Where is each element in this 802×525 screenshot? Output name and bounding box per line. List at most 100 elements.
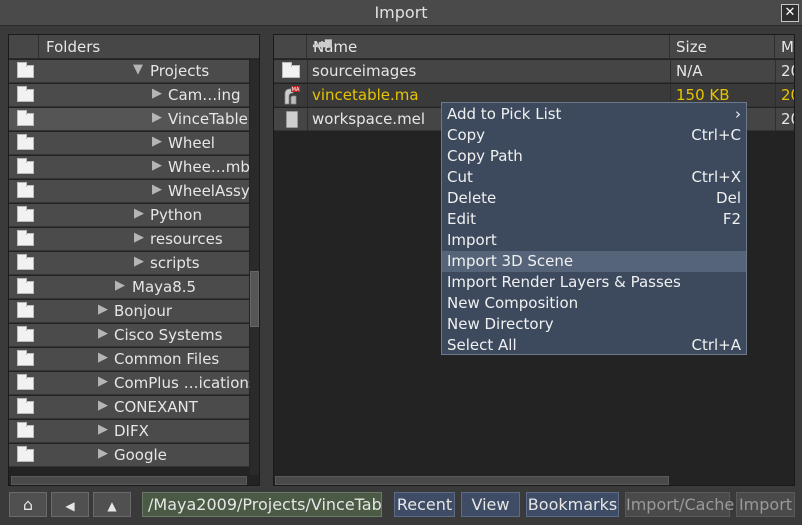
folders-panel: Folders ▼ Projects ▶ Cam…ing ▶ VinceTabl… <box>8 34 260 486</box>
folder-icon <box>17 350 34 366</box>
menu-item-import-3d-scene[interactable]: Import 3D Scene <box>442 251 746 272</box>
expanded-arrow-icon[interactable]: ▼ <box>133 62 143 77</box>
menu-item-label: Cut <box>447 168 473 186</box>
folder-icon <box>17 374 34 390</box>
folder-label: CONEXANT <box>114 398 198 416</box>
menu-item-edit[interactable]: Edit F2 <box>442 209 746 230</box>
home-button[interactable]: ⌂ <box>9 492 47 517</box>
column-separator <box>775 60 776 83</box>
folders-horizontal-scroll-thumb[interactable] <box>11 476 247 485</box>
folder-icon <box>17 62 34 78</box>
collapsed-arrow-icon[interactable]: ▶ <box>115 278 125 293</box>
file-icon-cell: MA <box>274 84 307 107</box>
file-name: sourceimages <box>312 62 417 80</box>
submenu-arrow-icon: › <box>735 105 741 123</box>
folder-item-resources[interactable]: ▶ resources <box>9 228 249 251</box>
menu-item-import-render-layers[interactable]: Import Render Layers & Passes <box>442 272 746 293</box>
file-size: N/A <box>676 62 703 80</box>
menu-item-cut[interactable]: Cut Ctrl+X <box>442 167 746 188</box>
maya-file-icon: MA <box>284 86 300 105</box>
menu-item-import[interactable]: Import <box>442 230 746 251</box>
file-modified: 20 <box>781 86 794 104</box>
folder-item-wheelassy[interactable]: ▶ WheelAssy <box>9 180 250 203</box>
folder-item-cisco-systems[interactable]: ▶ Cisco Systems <box>9 324 249 347</box>
menu-item-delete[interactable]: Delete Del <box>442 188 746 209</box>
close-button[interactable]: ✕ <box>781 4 799 22</box>
collapsed-arrow-icon[interactable]: ▶ <box>152 182 162 197</box>
menu-item-copy-path[interactable]: Copy Path <box>442 146 746 167</box>
collapsed-arrow-icon[interactable]: ▶ <box>134 206 144 221</box>
folder-label: Bonjour <box>114 302 172 320</box>
folder-item-vincetable[interactable]: ▶ VinceTable <box>9 108 249 131</box>
up-button[interactable]: ▲ <box>93 492 131 517</box>
collapsed-arrow-icon[interactable]: ▶ <box>98 446 108 461</box>
column-separator <box>307 108 308 131</box>
folder-label: Whee…mbl <box>168 158 255 176</box>
files-horizontal-scroll-thumb[interactable] <box>275 476 669 485</box>
menu-item-new-composition[interactable]: New Composition <box>442 293 746 314</box>
collapsed-arrow-icon[interactable]: ▶ <box>134 230 144 245</box>
folder-item-bonjour[interactable]: ▶ Bonjour <box>9 300 249 323</box>
folder-item-wheel-assembly[interactable]: ▶ Whee…mbl <box>9 156 254 179</box>
folder-item-difx[interactable]: ▶ DIFX <box>9 420 249 443</box>
folder-icon <box>17 326 34 342</box>
folders-vertical-scroll-thumb[interactable] <box>250 271 259 327</box>
folder-item-projects[interactable]: ▼ Projects <box>9 60 249 83</box>
folder-item-maya85[interactable]: ▶ Maya8.5 <box>9 276 249 299</box>
menu-item-new-directory[interactable]: New Directory <box>442 314 746 335</box>
bookmarks-button[interactable]: Bookmarks <box>526 492 619 517</box>
file-row-sourceimages[interactable]: sourceimages N/A 20 <box>274 60 794 83</box>
view-button[interactable]: View <box>461 492 520 517</box>
column-header-size[interactable]: Size <box>670 35 775 59</box>
folder-icon <box>17 206 34 222</box>
folder-label: Cam…ing <box>168 86 241 104</box>
path-field[interactable]: /Maya2009/Projects/VinceTable <box>142 492 382 517</box>
import-cache-button[interactable]: Import/Cache <box>625 492 734 517</box>
file-name: vincetable.ma <box>312 86 419 104</box>
collapsed-arrow-icon[interactable]: ▶ <box>98 326 108 341</box>
folder-label: Common Files <box>114 350 220 368</box>
menu-item-shortcut: F2 <box>722 210 741 228</box>
script-file-icon <box>286 111 298 128</box>
collapsed-arrow-icon[interactable]: ▶ <box>98 422 108 437</box>
folder-item-scripts[interactable]: ▶ scripts <box>9 252 249 275</box>
folders-header-label: Folders <box>46 38 101 56</box>
collapsed-arrow-icon[interactable]: ▶ <box>98 374 108 389</box>
folder-item-common-files[interactable]: ▶ Common Files <box>9 348 249 371</box>
menu-item-label: Select All <box>447 336 517 354</box>
folder-item-python[interactable]: ▶ Python <box>9 204 249 227</box>
folders-vertical-scrollbar[interactable] <box>250 60 259 475</box>
folder-item-google[interactable]: ▶ Google <box>9 444 249 467</box>
folder-item-complus-applications[interactable]: ▶ ComPlus …ications <box>9 372 257 395</box>
menu-item-add-to-pick-list[interactable]: Add to Pick List › <box>442 104 746 125</box>
import-button[interactable]: Import <box>736 492 795 517</box>
folder-item-wheel[interactable]: ▶ Wheel <box>9 132 249 155</box>
file-icon-cell <box>274 108 307 131</box>
maya-file-badge: MA <box>292 87 300 93</box>
collapsed-arrow-icon[interactable]: ▶ <box>152 86 162 101</box>
recent-button[interactable]: Recent <box>394 492 455 517</box>
column-header-modified[interactable]: Mo <box>775 35 794 59</box>
menu-item-select-all[interactable]: Select All Ctrl+A <box>442 335 746 356</box>
collapsed-arrow-icon[interactable]: ▶ <box>152 110 162 125</box>
folder-icon <box>17 398 34 414</box>
menu-item-label: Add to Pick List <box>447 105 562 123</box>
collapsed-arrow-icon[interactable]: ▶ <box>134 254 144 269</box>
folder-item-conexant[interactable]: ▶ CONEXANT <box>9 396 249 419</box>
collapsed-arrow-icon[interactable]: ▶ <box>152 158 162 173</box>
collapsed-arrow-icon[interactable]: ▶ <box>98 350 108 365</box>
column-header-name[interactable]: Name ▂▄▆ <box>307 35 670 59</box>
back-button[interactable]: ◀ <box>51 492 89 517</box>
folder-icon <box>17 134 34 150</box>
folder-icon <box>17 182 34 198</box>
menu-item-shortcut: Ctrl+C <box>691 126 741 144</box>
collapsed-arrow-icon[interactable]: ▶ <box>152 134 162 149</box>
folder-item-cameras[interactable]: ▶ Cam…ing <box>9 84 249 107</box>
column-separator <box>775 108 776 131</box>
collapsed-arrow-icon[interactable]: ▶ <box>98 398 108 413</box>
folder-icon <box>17 422 34 438</box>
files-header-icon-column <box>274 35 307 59</box>
folder-label: DIFX <box>114 422 149 440</box>
collapsed-arrow-icon[interactable]: ▶ <box>98 302 108 317</box>
menu-item-copy[interactable]: Copy Ctrl+C <box>442 125 746 146</box>
